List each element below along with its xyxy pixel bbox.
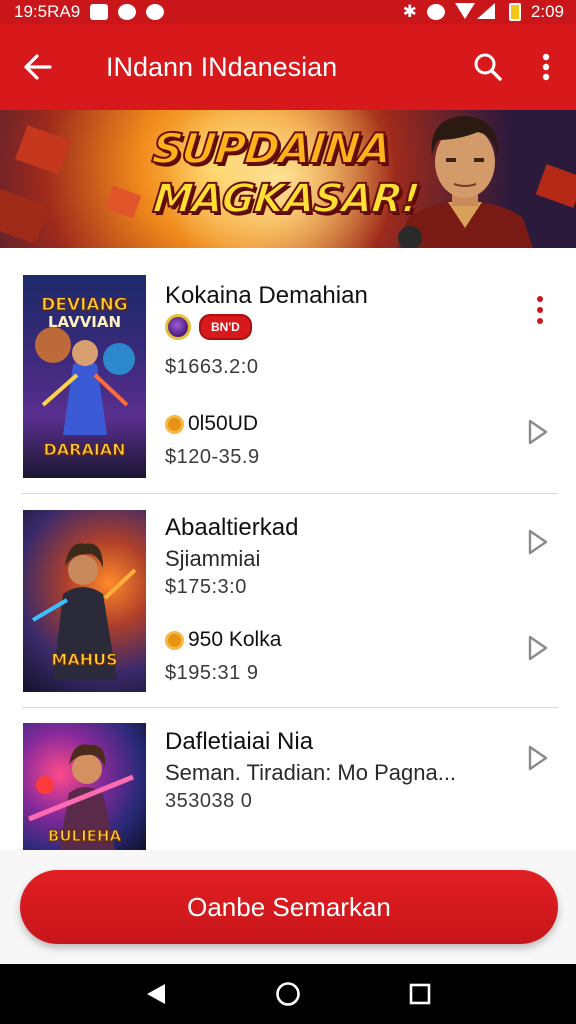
coin-icon <box>165 630 184 650</box>
price-text: $120-35.9 <box>165 446 260 468</box>
banner-debris <box>15 125 71 175</box>
coin-price: 0l50UD <box>165 412 258 436</box>
primary-cta-button[interactable]: Oanbe Semarkan <box>20 870 558 944</box>
status-bar: 19:5RA9 ✱ 2:09 <box>0 0 576 24</box>
game-subtitle: Seman. Tiradian: Mo Pagna... <box>165 760 457 785</box>
banner-title: SUPDAINA MAGKASAR! <box>149 123 422 223</box>
play-button[interactable] <box>520 414 556 450</box>
nav-recents-button[interactable] <box>398 972 442 1016</box>
play-button[interactable] <box>520 630 556 666</box>
price-text: 353038 0 <box>165 790 253 812</box>
app-bar: INdann INdanesian <box>0 24 576 110</box>
game-title: Abaaltierkad <box>165 514 299 541</box>
banner-debris <box>0 187 50 245</box>
list-item[interactable]: BULIEHA Dafletiaiai Nia Seman. Tiradian:… <box>0 708 576 850</box>
nav-home-icon <box>276 982 300 1006</box>
coin-icon <box>165 414 184 434</box>
nav-back-icon <box>147 984 165 1004</box>
game-subtitle: Sjiammiai <box>165 546 261 571</box>
play-icon <box>528 635 548 661</box>
play-icon <box>528 529 548 555</box>
game-title: Kokaina Demahian <box>165 282 368 309</box>
banner-debris <box>104 185 142 219</box>
app-title: INdann INdanesian <box>106 51 338 82</box>
mail-icon <box>90 4 109 20</box>
battery-icon <box>508 3 521 21</box>
overflow-menu-button[interactable] <box>516 24 576 110</box>
game-cover-image: BULIEHA <box>23 723 146 850</box>
sync-icon <box>118 4 137 20</box>
search-icon <box>474 53 502 81</box>
system-nav-bar <box>0 964 576 1024</box>
status-time-left: 19:5RA9 <box>14 2 81 21</box>
more-vert-icon <box>537 296 543 302</box>
game-title: Dafletiaiai Nia <box>165 728 314 755</box>
nav-recents-icon <box>409 983 431 1005</box>
item-more-button[interactable] <box>528 292 552 328</box>
game-cover-image: MAHUS <box>23 510 146 692</box>
bluetooth-icon: ✱ <box>402 2 417 21</box>
play-icon <box>528 419 548 445</box>
status-time-right: 2:09 <box>530 2 564 21</box>
play-button[interactable] <box>520 524 556 560</box>
promo-banner[interactable]: SUPDAINA MAGKASAR! <box>0 110 576 248</box>
game-cover-image: DEVIANG LAVVIAN DARAIAN <box>23 275 146 478</box>
list-item[interactable]: MAHUS Abaaltierkad Sjiammiai $175:3:0 95… <box>0 494 576 708</box>
nav-home-button[interactable] <box>266 972 310 1016</box>
list-item[interactable]: DEVIANG LAVVIAN DARAIAN Kokaina Demahian… <box>0 248 576 494</box>
play-button[interactable] <box>520 740 556 776</box>
play-icon <box>528 745 548 771</box>
notification-icon <box>146 4 165 20</box>
banner-debris <box>535 164 576 208</box>
back-button[interactable] <box>0 24 76 110</box>
price-text: $1663.2:0 <box>165 356 259 378</box>
more-vert-icon <box>542 53 550 81</box>
coin-price: 950 Kolka <box>165 628 281 652</box>
nav-back-button[interactable] <box>134 972 178 1016</box>
price-text: $175:3:0 <box>165 576 247 598</box>
hero-character-image <box>398 116 533 248</box>
price-text: $195:31 9 <box>165 662 259 684</box>
game-list: DEVIANG LAVVIAN DARAIAN Kokaina Demahian… <box>0 248 576 850</box>
arrow-left-icon <box>24 54 52 80</box>
alarm-icon <box>426 4 445 20</box>
signal-icon <box>454 3 495 19</box>
search-button[interactable] <box>460 24 516 110</box>
status-badge: BN'D <box>199 314 252 340</box>
badge-row: BN'D <box>165 314 252 340</box>
gem-icon <box>165 314 191 340</box>
